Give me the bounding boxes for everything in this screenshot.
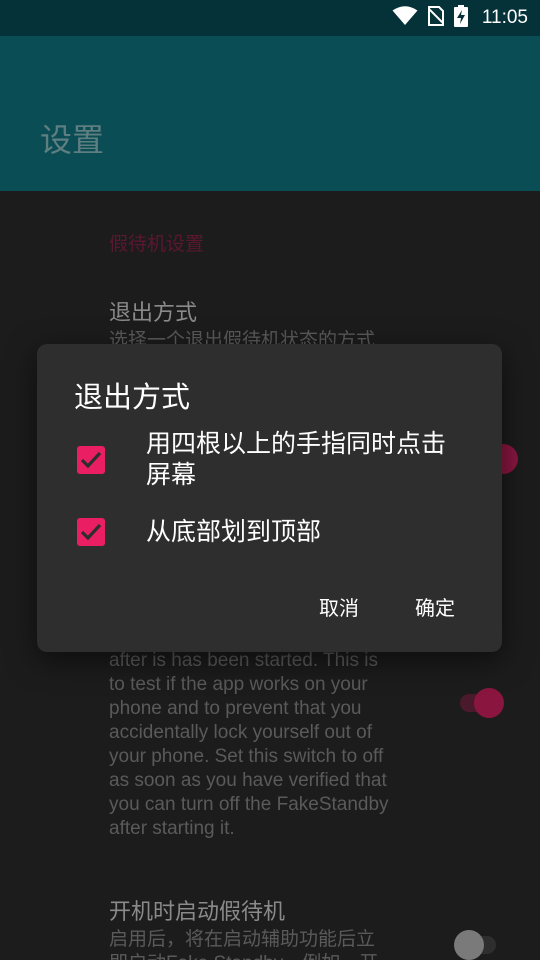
pref-summary-line: as soon as you have verified that [109, 770, 387, 791]
pref-summary-line: you can turn off the FakeStandby [109, 794, 389, 815]
wifi-icon [392, 6, 418, 30]
pref-title: 退出方式 [109, 301, 198, 326]
pref-summary-line: your phone. Set this switch to off [109, 746, 384, 767]
pref-summary-line: accidentally lock yourself out of [109, 722, 372, 743]
ok-button[interactable]: 确定 [415, 592, 455, 621]
option-label: 从底部划到顶部 [146, 517, 322, 546]
page-title: 设置 [40, 121, 105, 159]
option-multi-finger-tap[interactable]: 用四根以上的手指同时点击屏幕 [37, 428, 502, 494]
checkbox-checked-icon[interactable] [77, 446, 105, 474]
checkbox-checked-icon[interactable] [77, 518, 105, 546]
cancel-button[interactable]: 取消 [319, 592, 359, 621]
pref-summary-line: phone and to prevent that you [109, 698, 362, 719]
section-header: 假待机设置 [109, 233, 205, 255]
pref-summary-line: after starting it. [109, 818, 235, 839]
dialog-title: 退出方式 [74, 380, 191, 414]
battery-charging-icon [453, 5, 468, 31]
status-bar: 11:05 [0, 0, 540, 36]
test-mode-switch[interactable] [460, 685, 504, 721]
status-icons: 11:05 [392, 0, 528, 36]
pref-summary-line: after is has been started. This is [109, 650, 378, 671]
pref-summary-line: to test if the app works on your [109, 674, 368, 695]
pref-summary-line: 即启动Fake Standby。例如，开 [109, 952, 378, 960]
start-on-boot-switch[interactable] [454, 927, 498, 960]
exit-method-dialog: 退出方式 用四根以上的手指同时点击屏幕 从底部划到顶部 取消 确定 [37, 344, 502, 652]
pref-summary-line: 启用后，将在启动辅助功能后立 [109, 929, 376, 950]
option-swipe-up[interactable]: 从底部划到顶部 [37, 514, 502, 554]
app-bar: 设置 [0, 36, 540, 191]
no-sim-icon [427, 6, 445, 30]
pref-title: 开机时启动假待机 [109, 900, 286, 925]
option-label: 用四根以上的手指同时点击屏幕 [146, 429, 447, 489]
status-time: 11:05 [481, 7, 528, 28]
